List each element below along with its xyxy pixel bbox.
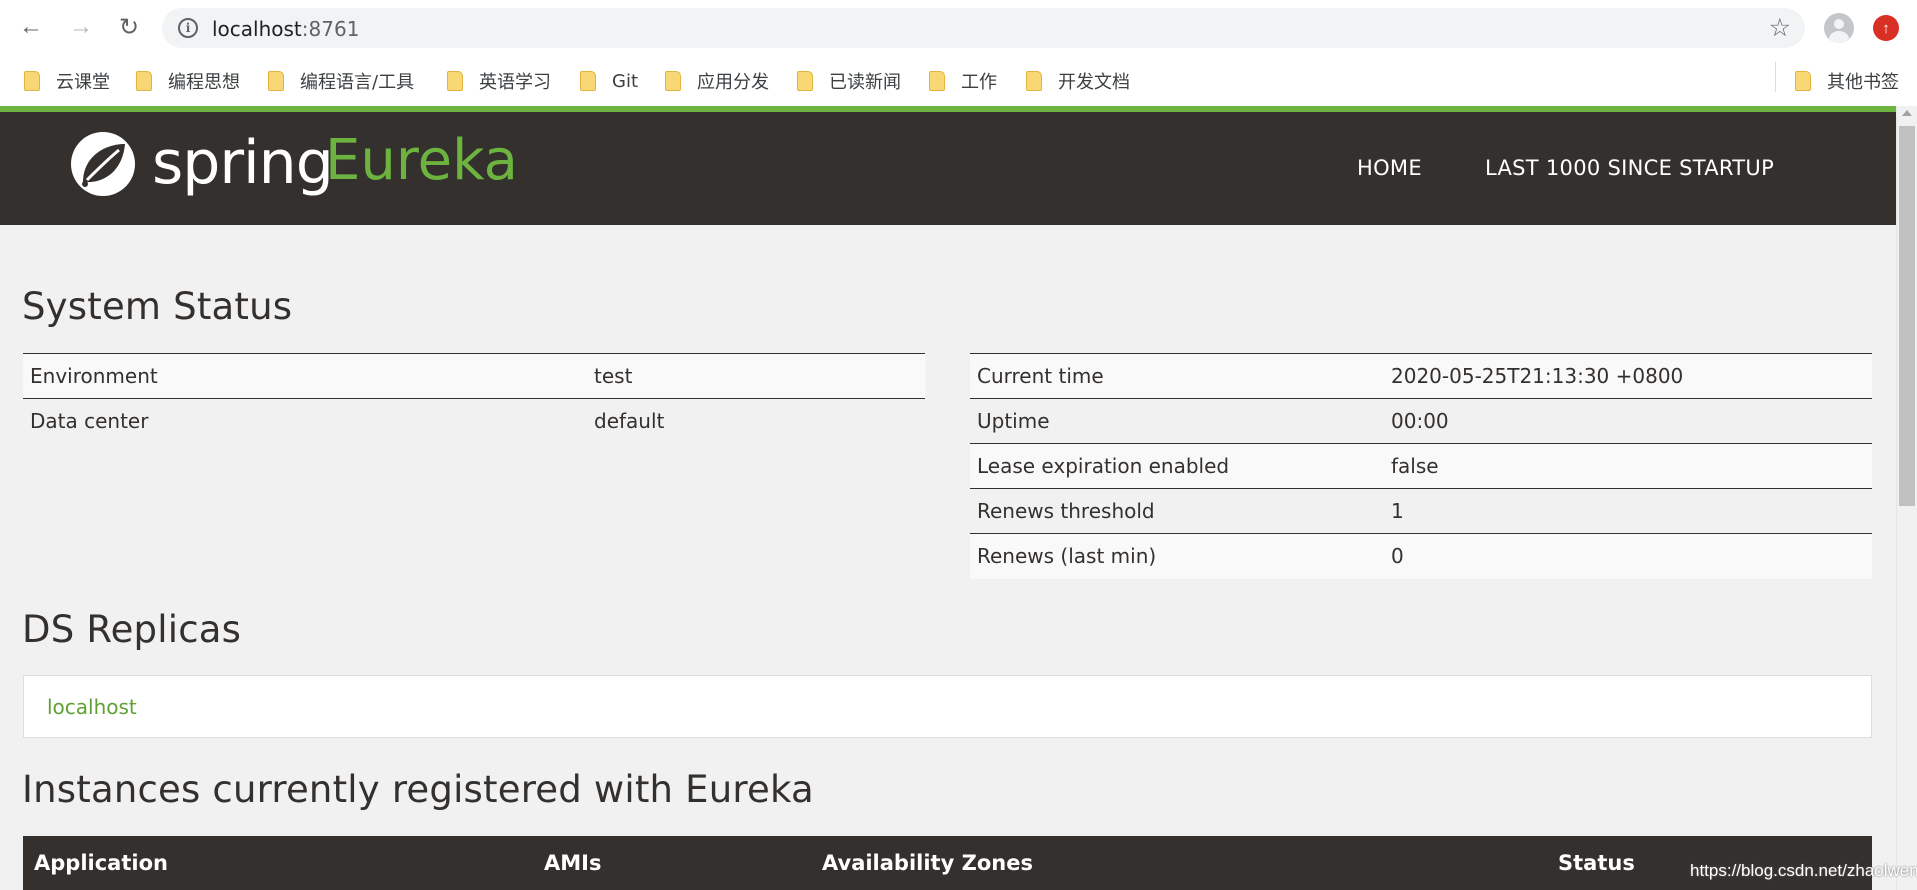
folder-icon [665, 71, 681, 91]
table-row: Renews (last min) 0 [970, 533, 1872, 579]
folder-icon [1026, 71, 1042, 91]
bookmark-label: Git [612, 70, 639, 92]
browser-toolbar: ← → ↻ i localhost:8761 ☆ ↑ [0, 0, 1917, 56]
eureka-header: spring Eureka HOME LAST 1000 SINCE START… [0, 112, 1896, 225]
column-header-application: Application [34, 851, 168, 875]
bookmark-label: 工作 [961, 72, 997, 93]
url-port: :8761 [301, 17, 360, 41]
other-bookmarks[interactable]: 其他书签 [1795, 66, 1899, 96]
site-info-icon[interactable]: i [178, 18, 198, 38]
bookmark-label: 英语学习 [479, 72, 551, 93]
url-host: localhost [212, 17, 302, 41]
bookmark-star-icon[interactable]: ☆ [1769, 13, 1791, 43]
bookmark-label: 编程语言/工具 [300, 72, 415, 93]
status-key: Data center [23, 398, 587, 444]
folder-icon [1795, 71, 1811, 91]
bookmark-separator [1775, 62, 1776, 92]
logo-eureka-text[interactable]: Eureka [325, 128, 518, 193]
back-arrow-icon[interactable]: ← [16, 12, 46, 42]
bookmark-folder[interactable]: 编程思想 [136, 66, 240, 96]
status-key: Renews threshold [970, 488, 1384, 534]
column-header-availability-zones: Availability Zones [822, 851, 1033, 875]
replica-link[interactable]: localhost [47, 695, 137, 719]
bookmark-folder[interactable]: 已读新闻 [797, 66, 901, 96]
table-row: Data center default [23, 398, 925, 444]
status-key: Lease expiration enabled [970, 443, 1384, 489]
status-value: 2020-05-25T21:13:30 +0800 [1384, 353, 1872, 399]
folder-icon [447, 71, 463, 91]
system-status-heading: System Status [22, 285, 293, 328]
logo-spring-text[interactable]: spring [152, 128, 334, 198]
bookmark-label: 云课堂 [56, 72, 110, 93]
status-value: default [587, 398, 925, 444]
folder-icon [24, 71, 40, 91]
status-key: Current time [970, 353, 1384, 399]
bookmark-label: 其他书签 [1827, 72, 1899, 93]
status-value: 1 [1384, 488, 1872, 534]
table-row: Lease expiration enabled false [970, 443, 1872, 489]
folder-icon [268, 71, 284, 91]
bookmark-label: 应用分发 [697, 72, 769, 93]
bookmark-label: 开发文档 [1058, 72, 1130, 93]
status-value: 0 [1384, 533, 1872, 579]
watermark-text: https://blog.csdn.net/zhaolwen [1690, 861, 1917, 880]
table-row: Renews threshold 1 [970, 488, 1872, 534]
bookmark-folder[interactable]: 开发文档 [1026, 66, 1130, 96]
bookmark-folder[interactable]: 编程语言/工具 [268, 66, 414, 96]
table-row: Uptime 00:00 [970, 398, 1872, 444]
address-bar[interactable]: i localhost:8761 ☆ [162, 8, 1805, 48]
table-row: Current time 2020-05-25T21:13:30 +0800 [970, 353, 1872, 399]
url-text[interactable]: localhost:8761 [212, 17, 359, 41]
scroll-up-arrow-icon[interactable] [1902, 110, 1912, 116]
status-key: Renews (last min) [970, 533, 1384, 579]
bookmarks-bar: 云课堂 编程思想 编程语言/工具 英语学习 Git 应用分发 已读新闻 工作 开… [0, 56, 1917, 106]
instances-heading: Instances currently registered with Eure… [22, 768, 814, 811]
bookmark-folder[interactable]: 云课堂 [24, 66, 110, 96]
bookmark-folder[interactable]: 工作 [929, 66, 997, 96]
table-row: Environment test [23, 353, 925, 399]
replicas-list: localhost [23, 675, 1872, 738]
page-scrollbar[interactable] [1896, 106, 1917, 890]
update-arrow-icon[interactable]: ↑ [1873, 15, 1899, 41]
spring-leaf-icon[interactable] [69, 130, 137, 198]
nav-home[interactable]: HOME [1357, 156, 1422, 180]
profile-avatar-icon[interactable] [1824, 13, 1854, 43]
nav-last-1000[interactable]: LAST 1000 SINCE STARTUP [1485, 156, 1774, 180]
column-header-status: Status [1558, 851, 1635, 875]
status-key: Uptime [970, 398, 1384, 444]
folder-icon [929, 71, 945, 91]
bookmark-folder[interactable]: Git [580, 66, 638, 96]
bookmark-folder[interactable]: 应用分发 [665, 66, 769, 96]
reload-icon[interactable]: ↻ [114, 12, 144, 42]
bookmark-label: 已读新闻 [829, 72, 901, 93]
status-value: 00:00 [1384, 398, 1872, 444]
folder-icon [580, 71, 596, 91]
status-value: test [587, 353, 925, 399]
instances-table-header: Application AMIs Availability Zones Stat… [23, 836, 1872, 890]
ds-replicas-heading: DS Replicas [22, 608, 242, 651]
bookmark-folder[interactable]: 英语学习 [447, 66, 551, 96]
status-value: false [1384, 443, 1872, 489]
folder-icon [136, 71, 152, 91]
status-key: Environment [23, 353, 587, 399]
forward-arrow-icon[interactable]: → [66, 12, 96, 42]
bookmark-label: 编程思想 [168, 72, 240, 93]
folder-icon [797, 71, 813, 91]
status-table-left: Environment test Data center default [23, 353, 925, 444]
column-header-amis: AMIs [544, 851, 602, 875]
scroll-thumb[interactable] [1899, 126, 1915, 506]
status-table-right: Current time 2020-05-25T21:13:30 +0800 U… [970, 353, 1872, 579]
